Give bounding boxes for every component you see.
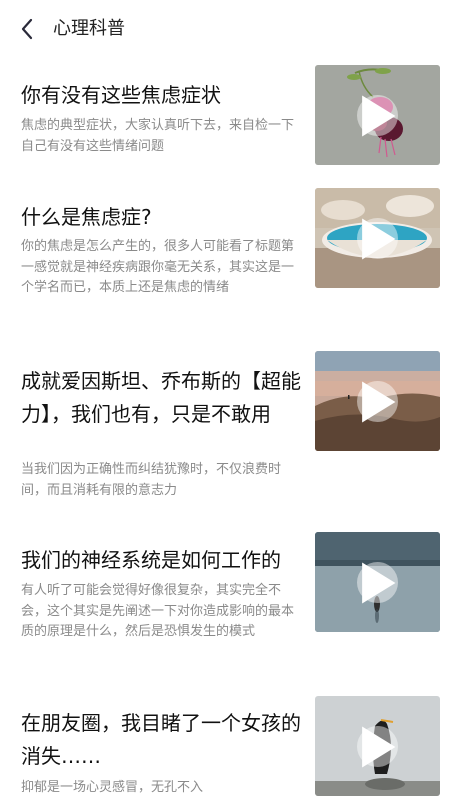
article-thumbnail: [315, 696, 440, 796]
back-button[interactable]: [14, 16, 40, 42]
article-thumbnail: [315, 188, 440, 288]
article-item[interactable]: 什么是焦虑症? 你的焦虑是怎么产生的，很多人可能看了标题第一感觉就是神经疾病跟你…: [0, 180, 450, 342]
article-title: 我们的神经系统是如何工作的: [21, 548, 281, 572]
app-header: 心理科普: [0, 0, 450, 58]
article-desc: 当我们因为正确性而纠结犹豫时，不仅浪费时间，而且消耗有限的意志力: [21, 462, 282, 498]
play-icon: [357, 218, 398, 259]
chevron-left-icon: [21, 18, 33, 40]
article-thumbnail: [315, 65, 440, 165]
article-thumbnail: [315, 532, 440, 632]
article-item[interactable]: 在朋友圈，我目睹了一个女孩的消失…… 抑郁是一场心灵感冒，无孔不入: [0, 694, 450, 800]
article-desc: 有人听了可能会觉得好像很复杂，其实完全不会，这个其实是先阐述一下对你造成影响的最…: [21, 583, 295, 639]
article-desc: 抑郁是一场心灵感冒，无孔不入: [21, 780, 204, 795]
play-icon: [357, 562, 398, 603]
page-title: 心理科普: [53, 18, 125, 39]
article-title: 成就爱因斯坦、乔布斯的【超能力】，我们也有，只是不敢用: [21, 369, 301, 426]
article-title: 什么是焦虑症?: [21, 205, 152, 229]
article-title: 你有没有这些焦虑症状: [21, 83, 221, 107]
article-desc: 焦虑的典型症状，大家认真听下去，来自检一下自己有没有这些情绪问题: [21, 118, 295, 154]
article-item[interactable]: 我们的神经系统是如何工作的 有人听了可能会觉得好像很复杂，其实完全不会，这个其实…: [0, 524, 450, 694]
article-item[interactable]: 成就爱因斯坦、乔布斯的【超能力】，我们也有，只是不敢用 当我们因为正确性而纠结犹…: [0, 345, 450, 511]
play-icon: [357, 726, 398, 767]
article-item[interactable]: 你有没有这些焦虑症状 焦虑的典型症状，大家认真听下去，来自检一下自己有没有这些情…: [0, 58, 450, 178]
play-icon: [357, 95, 398, 136]
article-thumbnail: [315, 351, 440, 451]
article-title: 在朋友圈，我目睹了一个女孩的消失……: [21, 711, 301, 768]
play-icon: [357, 381, 398, 422]
article-desc: 你的焦虑是怎么产生的，很多人可能看了标题第一感觉就是神经疾病跟你毫无关系，其实这…: [21, 239, 295, 295]
